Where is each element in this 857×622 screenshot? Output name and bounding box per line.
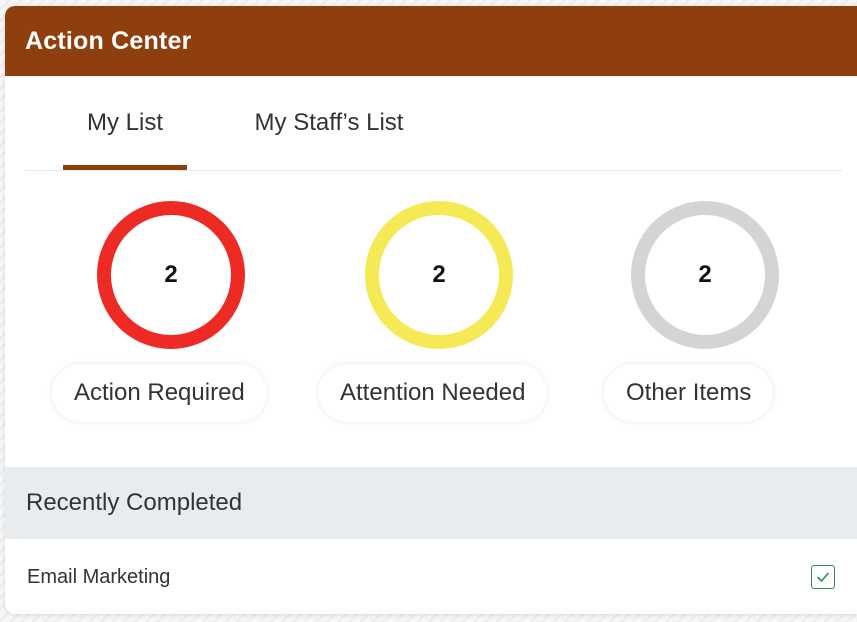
- count-other-items: 2: [698, 261, 712, 288]
- panel-title: Action Center: [25, 26, 192, 55]
- count-action-required: 2: [164, 261, 178, 288]
- list-item[interactable]: Email Marketing: [5, 539, 857, 614]
- ring-other-items[interactable]: 2: [631, 201, 779, 349]
- other-items-button[interactable]: Other Items: [604, 364, 774, 422]
- checkbox-checked-icon[interactable]: [811, 565, 835, 589]
- recently-completed-header: Recently Completed: [5, 467, 857, 539]
- tab-my-list[interactable]: My List: [63, 76, 187, 170]
- tab-bar: My List My Staff’s List: [25, 76, 842, 171]
- action-required-button[interactable]: Action Required: [52, 364, 267, 422]
- count-attention-needed: 2: [432, 261, 446, 288]
- ring-action-required[interactable]: 2: [97, 201, 245, 349]
- tab-my-staffs-list[interactable]: My Staff’s List: [235, 76, 423, 170]
- counter-group: 2 Action Required 2 Attention Needed 2 O…: [5, 171, 857, 467]
- completed-item-label: Email Marketing: [27, 565, 171, 588]
- panel-header: Action Center: [5, 6, 857, 76]
- recently-completed-title: Recently Completed: [26, 489, 243, 516]
- action-center-panel: Action Center My List My Staff’s List 2 …: [5, 6, 857, 614]
- checkmark-icon: [817, 572, 829, 582]
- ring-attention-needed[interactable]: 2: [365, 201, 513, 349]
- attention-needed-button[interactable]: Attention Needed: [318, 364, 548, 422]
